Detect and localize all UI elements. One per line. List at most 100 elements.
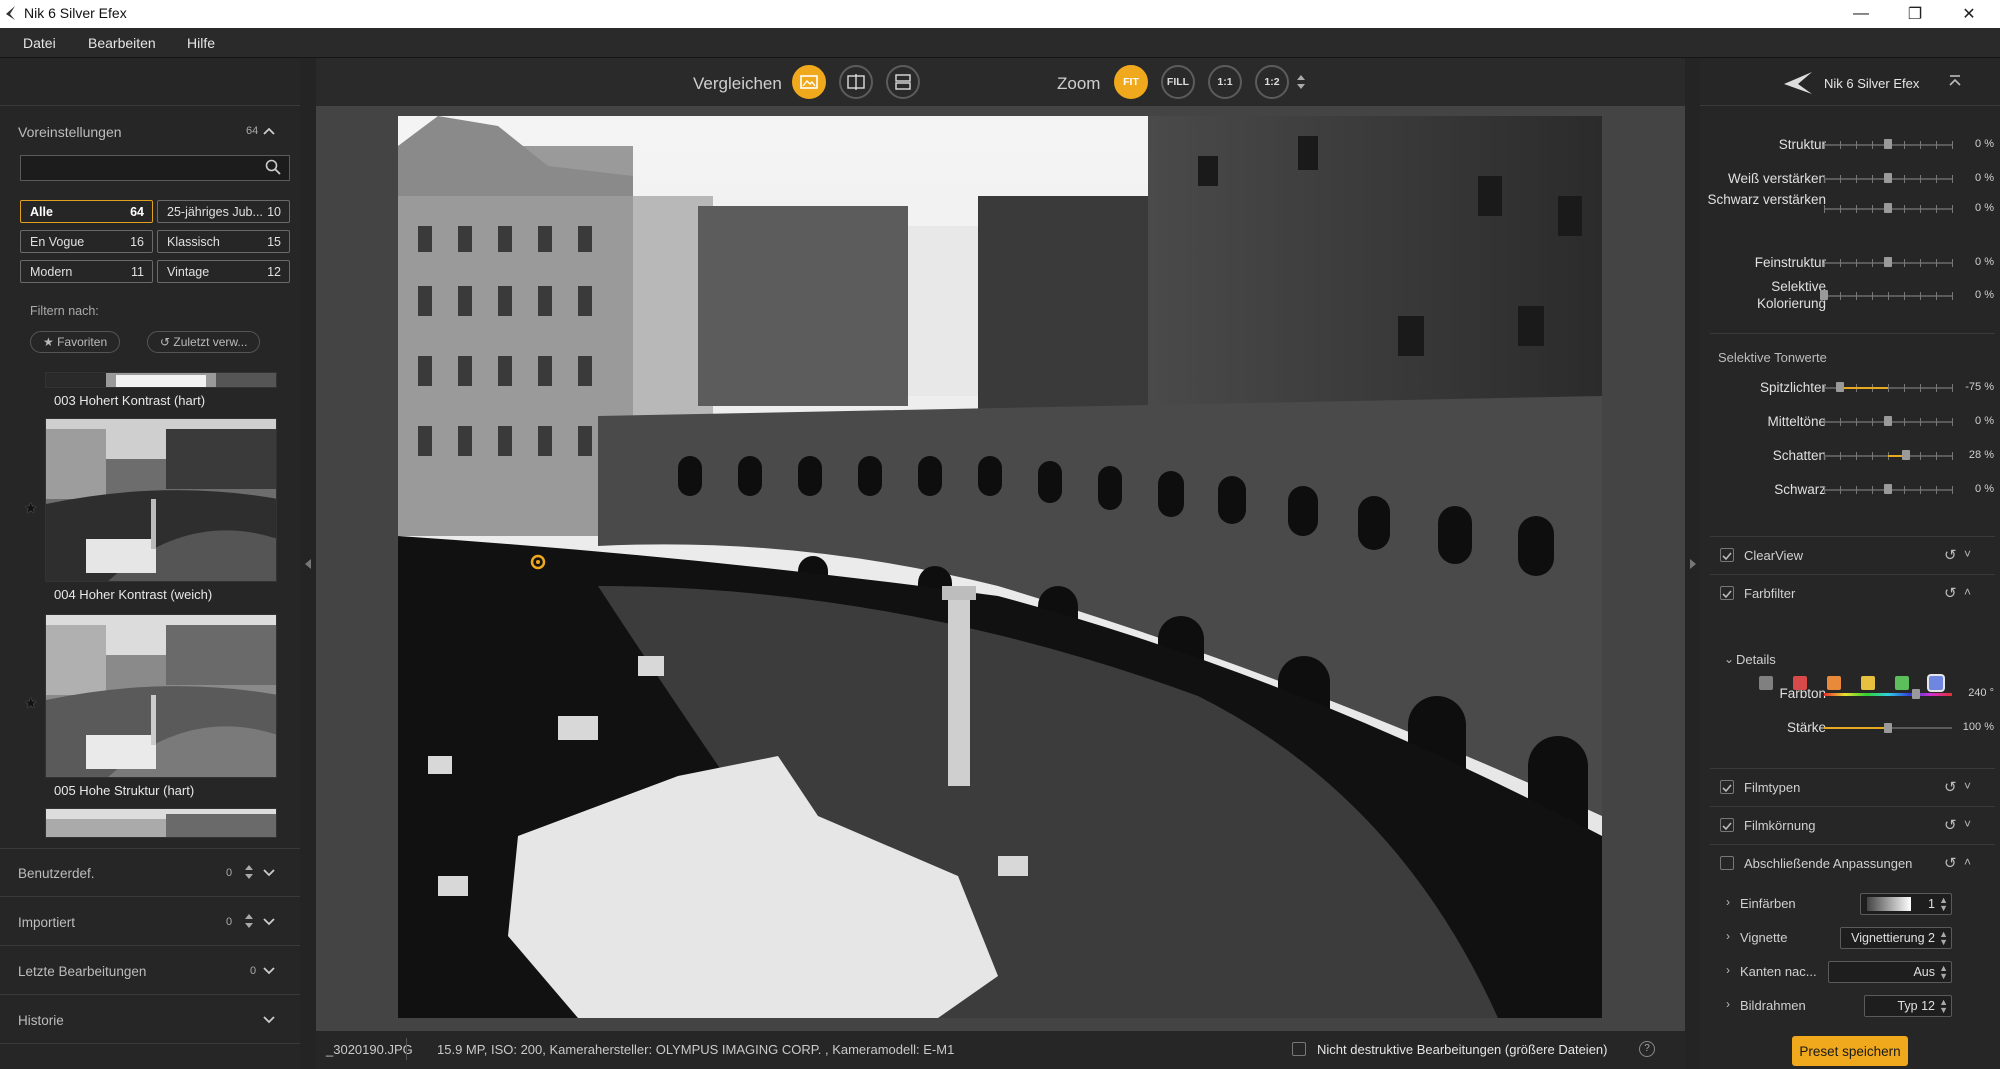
section-enable-checkbox[interactable] <box>1720 856 1734 870</box>
adjust-1-slider-knob[interactable] <box>1884 173 1892 183</box>
zoom-fit-button[interactable]: FIT <box>1114 65 1148 99</box>
chevron-right-icon[interactable] <box>1688 558 1698 570</box>
section-benutzerdef[interactable]: Benutzerdef. <box>18 866 95 881</box>
filter-favorites-button[interactable]: ★ Favoriten <box>30 331 121 353</box>
menu-bearbeiten[interactable]: Bearbeiten <box>88 35 156 51</box>
favorite-star-icon[interactable]: ★ <box>24 694 37 712</box>
reset-icon[interactable]: ↺ <box>1944 778 1957 796</box>
stepper-icon[interactable]: ▲ ▼ <box>1939 964 1948 981</box>
section-enable-checkbox[interactable] <box>1720 780 1734 794</box>
compare-single-view-button[interactable] <box>792 65 826 99</box>
adjust-2-slider[interactable] <box>1824 203 1953 213</box>
save-preset-button[interactable]: Preset speichern <box>1792 1036 1908 1066</box>
tonal-2-slider-knob[interactable] <box>1901 450 1910 460</box>
category-modern[interactable]: Modern 11 <box>20 260 153 283</box>
maximize-icon[interactable]: ❐ <box>1892 0 1938 28</box>
zoom-1-2-button[interactable]: 1:2 <box>1255 65 1289 99</box>
final-adjust-dropdown[interactable]: Aus ▲ ▼ <box>1828 961 1952 983</box>
tonal-0-slider-knob[interactable] <box>1836 382 1844 392</box>
adjust-3-slider[interactable] <box>1824 257 1953 267</box>
left-panel-collapse-handle[interactable] <box>300 58 316 1069</box>
chevron-down-icon[interactable]: ˅ <box>1964 817 1971 831</box>
color-filter-swatch[interactable] <box>1759 676 1773 690</box>
adjust-4-slider[interactable] <box>1820 290 1953 300</box>
section-title[interactable]: Filmkörnung <box>1744 818 1816 833</box>
search-icon[interactable] <box>265 159 281 175</box>
collapse-top-icon[interactable] <box>1948 74 1962 88</box>
adjust-4-slider-knob[interactable] <box>1820 290 1828 300</box>
chevron-down-icon[interactable]: ⌄ <box>1724 652 1734 666</box>
favorite-star-icon[interactable]: ★ <box>24 499 37 517</box>
details-label[interactable]: Details <box>1736 652 1776 667</box>
section-title[interactable]: Abschließende Anpassungen <box>1744 856 1912 871</box>
section-enable-checkbox[interactable] <box>1720 818 1734 832</box>
reset-icon[interactable]: ↺ <box>1944 854 1957 872</box>
adjust-1-slider[interactable] <box>1824 173 1953 183</box>
stepper-icon[interactable]: ▲ ▼ <box>1939 930 1948 947</box>
chevron-right-icon[interactable]: › <box>1726 895 1730 909</box>
chevron-down-icon[interactable] <box>262 964 276 978</box>
color-filter-swatch[interactable] <box>1793 676 1807 690</box>
zoom-stepper-icon[interactable] <box>1296 74 1306 90</box>
reset-icon[interactable]: ↺ <box>1944 546 1957 564</box>
zoom-fill-button[interactable]: FILL <box>1161 65 1195 99</box>
final-adjust-dropdown[interactable]: Typ 12 ▲ ▼ <box>1864 995 1952 1017</box>
preview-photo[interactable] <box>398 116 1602 1018</box>
stepper-icon[interactable]: ▲ ▼ <box>1939 896 1948 913</box>
adjust-3-slider-knob[interactable] <box>1884 257 1892 267</box>
adjust-0-slider-knob[interactable] <box>1884 139 1892 149</box>
chevron-up-icon[interactable]: ˄ <box>1964 855 1971 869</box>
chevron-right-icon[interactable]: › <box>1726 929 1730 943</box>
tonal-3-slider-knob[interactable] <box>1884 484 1892 494</box>
chevron-left-icon[interactable] <box>303 558 313 570</box>
preset-search-input[interactable] <box>20 155 290 181</box>
preset-thumbnail[interactable] <box>45 418 277 582</box>
preset-thumbnail[interactable] <box>45 372 277 388</box>
chevron-right-icon[interactable]: › <box>1726 963 1730 977</box>
section-enable-checkbox[interactable] <box>1720 548 1734 562</box>
chevron-down-icon[interactable] <box>262 1013 276 1027</box>
adjust-0-slider[interactable] <box>1824 139 1953 149</box>
final-adjust-dropdown[interactable]: 1 ▲ ▼ <box>1860 893 1952 915</box>
sort-updown-icon[interactable] <box>244 864 254 880</box>
category-klassisch[interactable]: Klassisch 15 <box>157 230 290 253</box>
adjust-2-slider-knob[interactable] <box>1884 203 1892 213</box>
stepper-icon[interactable]: ▲ ▼ <box>1939 998 1948 1015</box>
section-title[interactable]: Filmtypen <box>1744 780 1800 795</box>
category-en-vogue[interactable]: En Vogue 16 <box>20 230 153 253</box>
close-icon[interactable]: ✕ <box>1946 0 1992 28</box>
compare-split-view-button[interactable] <box>839 65 873 99</box>
section-title[interactable]: ClearView <box>1744 548 1803 563</box>
section-enable-checkbox[interactable] <box>1720 586 1734 600</box>
color-filter-swatch[interactable] <box>1827 676 1841 690</box>
farbton-slider-knob[interactable] <box>1912 689 1920 699</box>
filter-recent-button[interactable]: ↺ Zuletzt verw... <box>147 331 261 353</box>
tonal-2-slider[interactable] <box>1824 450 1953 460</box>
chevron-down-icon[interactable]: ˅ <box>1964 547 1971 561</box>
farbton-hue-slider[interactable] <box>1824 693 1952 696</box>
color-filter-swatch[interactable] <box>1929 676 1943 690</box>
zoom-1-1-button[interactable]: 1:1 <box>1208 65 1242 99</box>
chevron-down-icon[interactable] <box>262 866 276 880</box>
category-jubilaeum[interactable]: 25-jähriges Jub... 10 <box>157 200 290 223</box>
staerke-slider-knob[interactable] <box>1884 723 1892 733</box>
compare-side-by-side-button[interactable] <box>886 65 920 99</box>
section-title[interactable]: Farbfilter <box>1744 586 1795 601</box>
preset-thumbnail[interactable] <box>45 614 277 778</box>
section-letzte-bearbeitungen[interactable]: Letzte Bearbeitungen <box>18 964 146 979</box>
color-filter-swatch[interactable] <box>1861 676 1875 690</box>
minimize-icon[interactable]: — <box>1838 0 1884 28</box>
chevron-up-icon[interactable] <box>262 124 276 138</box>
section-importiert[interactable]: Importiert <box>18 915 75 930</box>
color-filter-swatch[interactable] <box>1895 676 1909 690</box>
reset-icon[interactable]: ↺ <box>1944 584 1957 602</box>
tonal-1-slider[interactable] <box>1824 416 1953 426</box>
section-historie[interactable]: Historie <box>18 1013 64 1028</box>
category-alle[interactable]: Alle 64 <box>20 200 153 223</box>
reset-icon[interactable]: ↺ <box>1944 816 1957 834</box>
tonal-3-slider[interactable] <box>1824 484 1953 494</box>
chevron-down-icon[interactable] <box>262 915 276 929</box>
nondestructive-checkbox[interactable] <box>1292 1042 1306 1056</box>
final-adjust-dropdown[interactable]: Vignettierung 2 ▲ ▼ <box>1840 927 1952 949</box>
sort-updown-icon[interactable] <box>244 913 254 929</box>
